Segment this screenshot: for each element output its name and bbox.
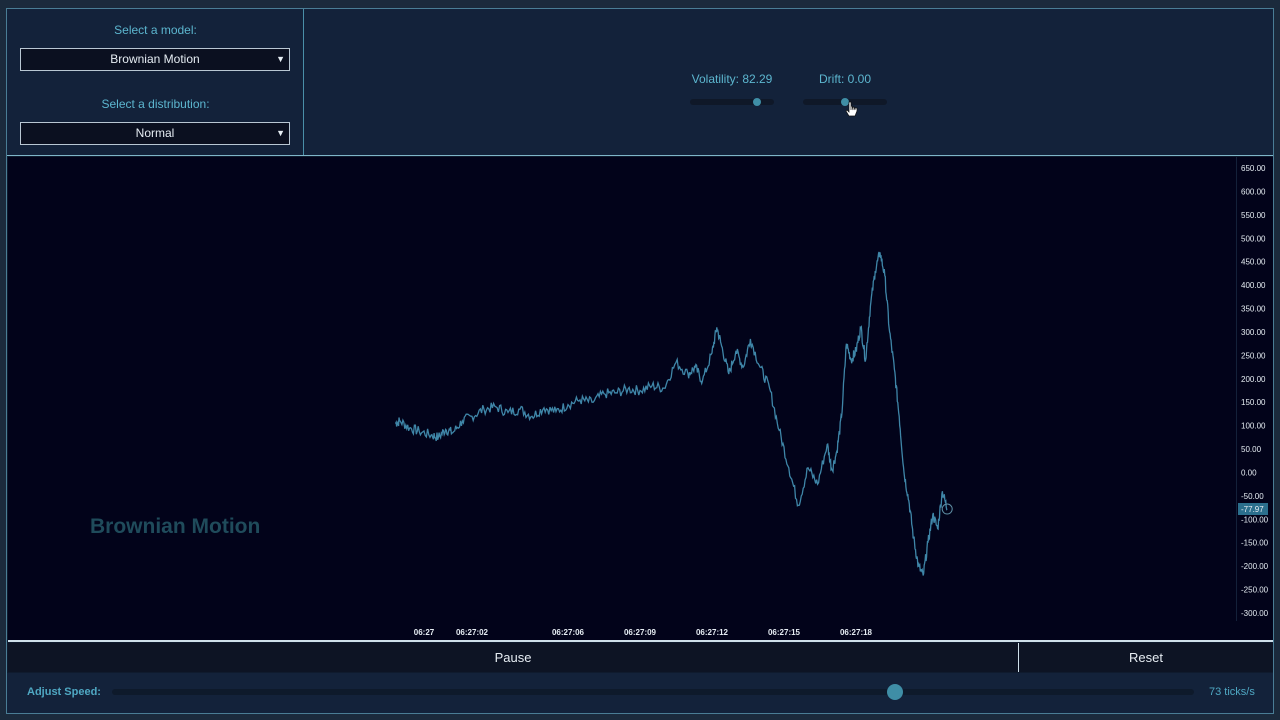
speed-slider-thumb[interactable] xyxy=(887,684,903,700)
y-tick-label: 0.00 xyxy=(1241,468,1257,477)
price-series-line xyxy=(395,251,948,576)
y-tick-label: 550.00 xyxy=(1241,211,1266,220)
y-tick-label: 100.00 xyxy=(1241,422,1266,431)
y-tick-label: -250.00 xyxy=(1241,586,1269,595)
y-tick-label: 200.00 xyxy=(1241,375,1266,384)
y-tick-label: 250.00 xyxy=(1241,351,1266,360)
y-tick-label: 600.00 xyxy=(1241,187,1266,196)
mouse-pointer-icon xyxy=(845,101,858,117)
x-tick-label: 06:27:06 xyxy=(552,628,585,637)
y-tick-label: 350.00 xyxy=(1241,305,1266,314)
current-value-tag: -77.97 xyxy=(1238,503,1268,515)
price-chart[interactable]: 650.00 600.00 550.00 500.00 450.00 400.00 350.… xyxy=(0,0,1280,720)
x-tick-label: 06:27 xyxy=(414,628,435,637)
x-tick-label: 06:27:02 xyxy=(456,628,489,637)
pause-button[interactable]: Pause xyxy=(8,643,1018,672)
speed-slider[interactable] xyxy=(112,689,1194,695)
x-axis: 06:27 06:27:02 06:27:06 06:27:09 06:27:12 06:… xyxy=(414,628,873,637)
y-tick-label: 500.00 xyxy=(1241,234,1266,243)
y-tick-label: 650.00 xyxy=(1241,164,1266,173)
speed-value: 73 ticks/s xyxy=(1209,686,1255,698)
x-tick-label: 06:27:12 xyxy=(696,628,729,637)
y-tick-label: 450.00 xyxy=(1241,258,1266,267)
x-tick-label: 06:27:09 xyxy=(624,628,657,637)
x-tick-label: 06:27:18 xyxy=(840,628,873,637)
y-tick-label: -200.00 xyxy=(1241,562,1269,571)
speed-label: Adjust Speed: xyxy=(27,686,101,698)
y-tick-label: -100.00 xyxy=(1241,515,1269,524)
y-tick-label: 50.00 xyxy=(1241,445,1262,454)
chart-bottom-border xyxy=(8,640,1273,642)
y-tick-label: 300.00 xyxy=(1241,328,1266,337)
current-value-label: -77.97 xyxy=(1241,505,1264,514)
y-tick-label: 150.00 xyxy=(1241,398,1266,407)
y-axis: 650.00 600.00 550.00 500.00 450.00 400.00 350.… xyxy=(1241,164,1269,618)
y-tick-label: -150.00 xyxy=(1241,539,1269,548)
x-tick-label: 06:27:15 xyxy=(768,628,801,637)
y-tick-label: -50.00 xyxy=(1241,492,1264,501)
reset-button[interactable]: Reset xyxy=(1019,643,1273,672)
y-tick-label: 400.00 xyxy=(1241,281,1266,290)
y-tick-label: -300.00 xyxy=(1241,609,1269,618)
